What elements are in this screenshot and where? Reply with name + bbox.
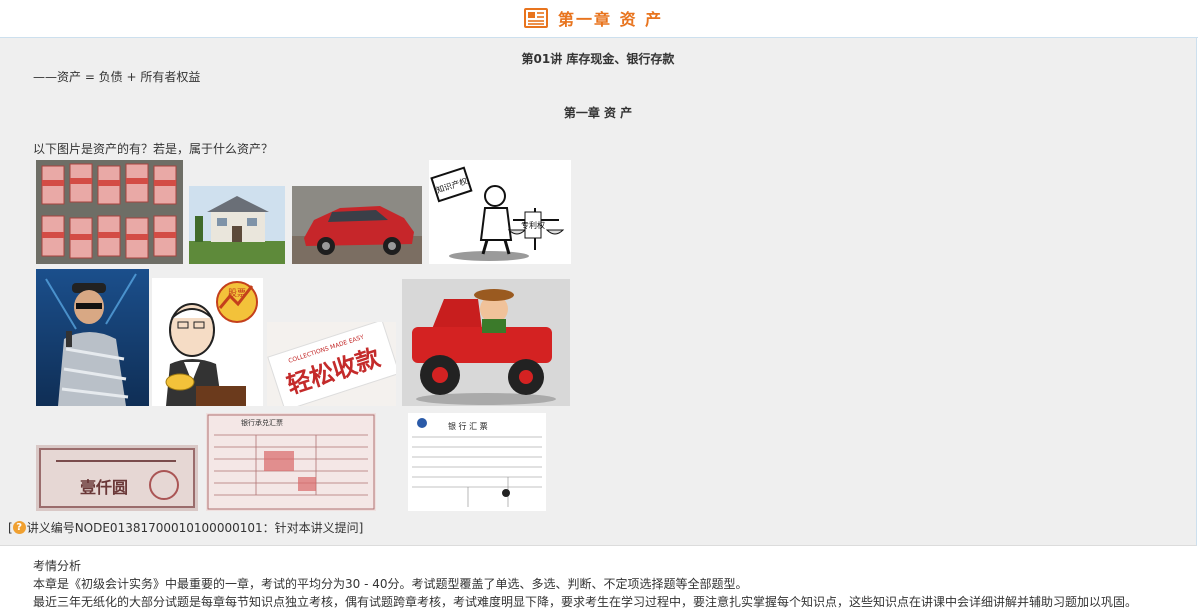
svg-text:股票: 股票 xyxy=(228,288,246,299)
svg-text:银行承兑汇票: 银行承兑汇票 xyxy=(241,418,283,427)
accounting-equation: ——资产 = 负债 + 所有者权益 xyxy=(33,70,201,84)
bank-draft-image: 银 行 汇 票 xyxy=(408,413,546,511)
chapter-header-inner: 第一章 资 产 xyxy=(524,5,663,31)
acceptance-bill-image: 银行承兑汇票 xyxy=(206,413,376,511)
svg-text:银 行 汇 票: 银 行 汇 票 xyxy=(448,421,488,431)
chapter-header: 第一章 资 产 xyxy=(0,0,1198,38)
performer-image xyxy=(36,269,149,406)
analysis-heading: 考情分析 xyxy=(33,559,82,573)
lecture-title: 第01讲 库存现金、银行存款 xyxy=(521,52,675,66)
lecture-content: 第01讲 库存现金、银行存款 ——资产 = 负债 + 所有者权益 第一章 资 产… xyxy=(0,38,1197,546)
investor-cartoon-image: 股票 xyxy=(152,278,263,406)
question-icon[interactable]: ? xyxy=(12,521,26,534)
exam-analysis: 考情分析 本章是《初级会计实务》中最重要的一章，考试的平均分为30 - 40分。… xyxy=(33,557,1137,611)
question-text: 以下图片是资产的有？若是，属于什么资产？ xyxy=(33,142,274,156)
patent-rights-cartoon-image: 知识产权 专利权 xyxy=(429,160,571,264)
lecture-note-line[interactable]: [ ? 讲义编号NODE01381700010100000101：针对本讲义提问… xyxy=(8,519,363,536)
red-car-image xyxy=(292,186,422,264)
lecture-ask-link[interactable]: 讲义编号NODE01381700010100000101：针对本讲义提问] xyxy=(27,519,364,536)
easy-collection-image: COLLECTIONS MADE EASY 轻松收款 xyxy=(267,322,396,406)
note-bracket: [ xyxy=(8,520,13,535)
analysis-line-1: 本章是《初级会计实务》中最重要的一章，考试的平均分为30 - 40分。考试题型覆… xyxy=(33,577,748,591)
cash-stacks-image xyxy=(36,160,183,264)
tractor-cartoon-image xyxy=(402,279,570,406)
chapter-title: 第一章 资 产 xyxy=(558,10,664,29)
analysis-line-2: 最近三年无纸化的大部分试题是每章每节知识点独立考核，偶有试题跨章考核，考试难度明… xyxy=(33,595,1138,609)
chapter-subtitle: 第一章 资 产 xyxy=(563,106,633,120)
svg-text:专利权: 专利权 xyxy=(521,220,545,230)
book-icon xyxy=(524,8,548,28)
svg-text:壹仟圆: 壹仟圆 xyxy=(80,478,128,497)
bond-certificate-image: 壹仟圆 xyxy=(36,445,198,511)
house-image xyxy=(189,186,285,264)
